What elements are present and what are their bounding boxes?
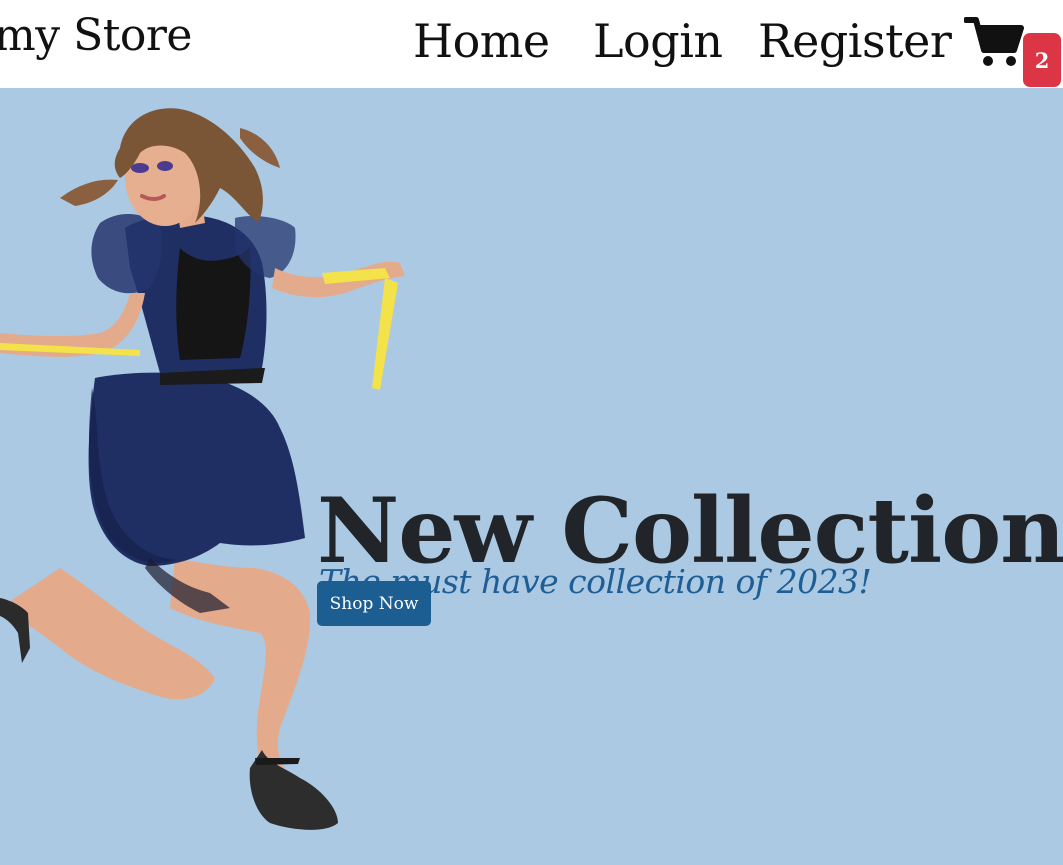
hero-model-image [0,108,405,830]
navbar: my Store Home Login Register 2 [0,0,1063,88]
nav-login-link[interactable]: Login [593,14,723,68]
cart-button[interactable]: 2 [964,14,1061,87]
nav-register-link[interactable]: Register [758,14,952,68]
cart-count-badge: 2 [1023,33,1061,87]
shop-now-button[interactable]: Shop Now [317,581,431,626]
hero-banner: New Collection The must have collection … [0,88,1063,865]
brand-logo[interactable]: my Store [0,10,192,61]
shopping-cart-icon [964,17,1024,66]
nav-home-link[interactable]: Home [413,14,550,68]
